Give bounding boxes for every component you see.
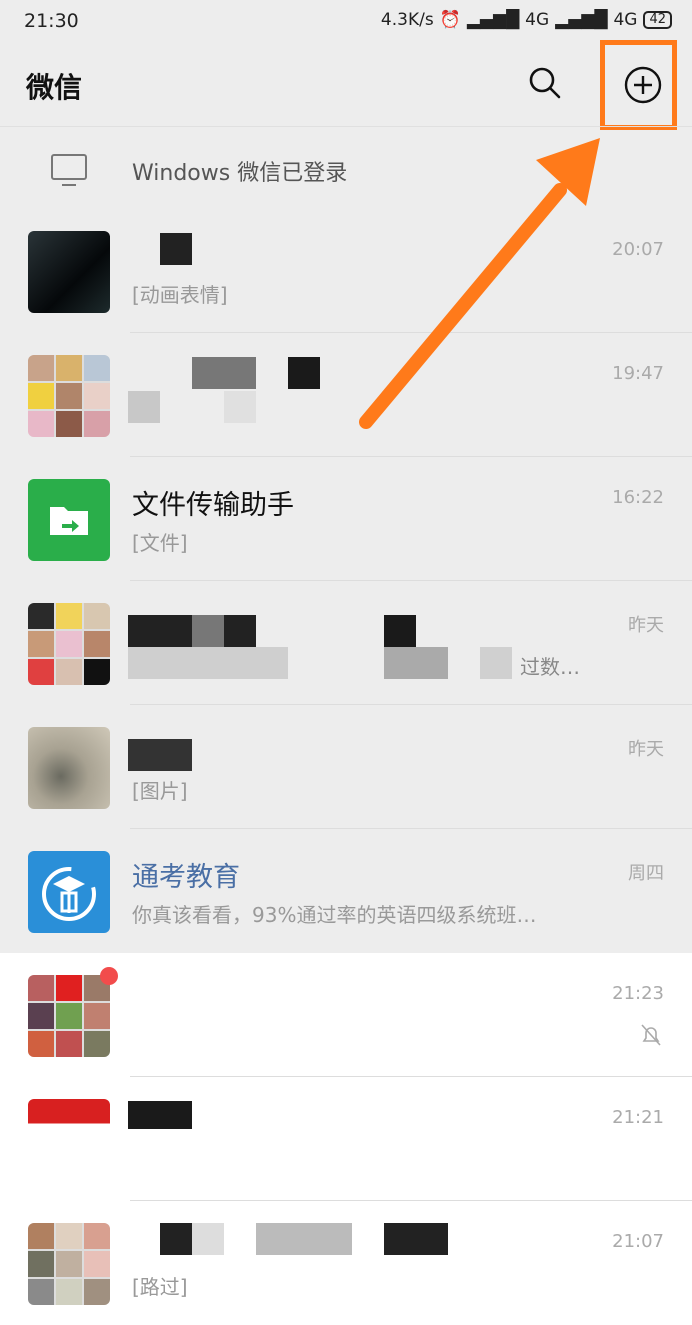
folder-arrow-icon <box>50 507 88 535</box>
chat-message: [动画表情] <box>132 283 228 307</box>
status-indicators: 4.3K/s ⏰ ▂▄▆█ 4G ▂▄▆█ 4G 42 <box>381 10 672 30</box>
avatar <box>28 727 110 809</box>
redacted-block <box>192 357 256 389</box>
chat-time: 21:21 <box>612 1107 664 1128</box>
network-type-1: 4G <box>525 10 550 30</box>
chat-time: 16:22 <box>612 487 664 508</box>
chat-time: 周四 <box>628 863 664 884</box>
chat-time: 昨天 <box>628 739 664 760</box>
mute-bell-icon <box>641 1024 661 1046</box>
chat-row[interactable]: [路过] 21:07 <box>0 1201 692 1325</box>
redacted-block <box>128 739 192 771</box>
chat-row[interactable]: [动画表情] 20:07 <box>0 209 692 333</box>
group-avatar <box>28 603 110 685</box>
login-notice-text: Windows 微信已登录 <box>132 161 348 186</box>
chat-row[interactable]: 过数… 昨天 <box>0 581 692 705</box>
group-avatar <box>28 975 110 1057</box>
chat-message: 过数… <box>520 655 580 679</box>
unread-dot <box>100 967 118 985</box>
chat-time: 21:23 <box>612 983 664 1004</box>
redacted-block <box>480 647 512 679</box>
chat-message: [文件] <box>132 531 188 555</box>
status-bar: 21:30 4.3K/s ⏰ ▂▄▆█ 4G ▂▄▆█ 4G 42 <box>0 0 692 44</box>
redacted-block <box>384 1223 448 1255</box>
redacted-block <box>256 1223 352 1255</box>
redacted-block <box>288 357 320 389</box>
chat-row[interactable]: 19:47 <box>0 333 692 457</box>
tongkao-avatar <box>28 851 110 933</box>
chat-row[interactable]: [图片] 昨天 <box>0 705 692 829</box>
status-time: 21:30 <box>24 10 79 32</box>
chat-name: 文件传输助手 <box>132 490 294 521</box>
redacted-block <box>384 647 448 679</box>
redacted-block <box>192 1223 224 1255</box>
redacted-block <box>160 233 192 265</box>
redacted-block <box>384 615 416 647</box>
avatar <box>28 1099 110 1181</box>
redacted-block <box>128 1101 192 1129</box>
avatar <box>28 231 110 313</box>
chat-row-tongkao[interactable]: 通考教育 你真该看看，93%通过率的英语四级系统班… 周四 <box>0 829 692 953</box>
chat-name: 通考教育 <box>132 862 240 893</box>
redacted-block <box>128 391 160 423</box>
chat-row-file-transfer[interactable]: 文件传输助手 [文件] 16:22 <box>0 457 692 581</box>
search-icon[interactable] <box>528 66 562 100</box>
network-type-2: 4G <box>613 10 638 30</box>
network-speed: 4.3K/s <box>380 10 434 30</box>
chat-time: 昨天 <box>628 615 664 636</box>
signal-icon: ▂▄▆█ <box>466 10 520 30</box>
chat-row[interactable]: 21:23 <box>0 953 692 1077</box>
chat-time: 21:07 <box>612 1231 664 1252</box>
group-avatar <box>28 355 110 437</box>
computer-icon <box>51 154 87 186</box>
alarm-icon: ⏰ <box>439 10 461 30</box>
chat-message: [路过] <box>132 1275 188 1299</box>
redacted-block <box>128 647 288 679</box>
page-title: 微信 <box>26 71 83 104</box>
chat-row[interactable]: 21:21 <box>0 1077 692 1201</box>
redacted-block <box>224 391 256 423</box>
redacted-block <box>192 615 224 647</box>
app-header: 微信 <box>0 44 692 126</box>
battery-indicator: 42 <box>643 11 672 29</box>
redacted-block <box>160 1223 192 1255</box>
group-avatar <box>28 1223 110 1305</box>
highlight-box <box>600 40 677 130</box>
chat-message: [图片] <box>132 779 188 803</box>
graduation-cap-logo-icon <box>42 867 96 921</box>
chat-time: 19:47 <box>612 363 664 384</box>
windows-login-notice[interactable]: Windows 微信已登录 <box>0 126 692 210</box>
chat-time: 20:07 <box>612 239 664 260</box>
signal-icon-2: ▂▄▆█ <box>555 10 608 30</box>
chat-message: 你真该看看，93%通过率的英语四级系统班… <box>132 903 537 927</box>
file-transfer-avatar <box>28 479 110 561</box>
